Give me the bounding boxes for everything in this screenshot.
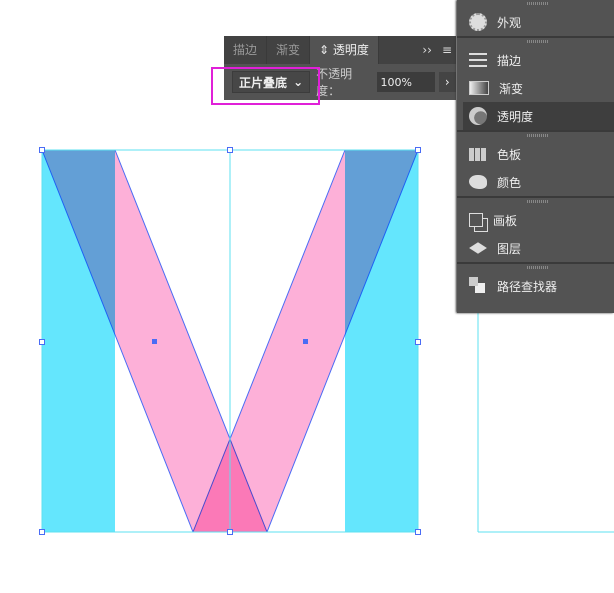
stroke-icon (469, 53, 487, 67)
dock-item-gradient[interactable]: 渐变 (457, 74, 614, 102)
center-point (152, 339, 157, 344)
center-point (303, 339, 308, 344)
collapse-arrows-icon: ⇕ (319, 43, 333, 57)
dock-item-swatches[interactable]: 色板 (457, 140, 614, 168)
group-grip[interactable] (457, 36, 614, 46)
dock-item-artboards[interactable]: 画板 (457, 206, 614, 234)
group-grip[interactable] (457, 130, 614, 140)
group-grip[interactable] (457, 262, 614, 272)
opacity-input[interactable] (376, 72, 435, 92)
dock-item-pathfinder[interactable]: 路径查找器 (457, 272, 614, 300)
tab-gradient[interactable]: 渐变 (267, 36, 311, 64)
color-palette-icon (469, 175, 487, 189)
transparency-icon (469, 107, 487, 125)
dock-item-color[interactable]: 颜色 (457, 168, 614, 196)
swatches-icon (469, 147, 487, 161)
more-tabs-button[interactable]: ›› (422, 36, 432, 64)
dock-item-transparency[interactable]: 透明度 (463, 102, 614, 130)
dock-item-stroke[interactable]: 描边 (457, 46, 614, 74)
dock-item-appearance[interactable]: 外观 (457, 8, 614, 36)
panel-dock: 外观 描边 渐变 透明度 色板 颜色 画板 图层 路径查找器 (457, 0, 614, 313)
tab-transparency[interactable]: ⇕ 透明度 (310, 36, 379, 64)
opacity-label: 不透明度： (316, 67, 353, 98)
group-grip[interactable] (457, 0, 614, 8)
layers-icon (469, 242, 487, 254)
appearance-icon (469, 13, 487, 31)
artboards-icon (469, 213, 483, 227)
tab-stroke[interactable]: 描边 (224, 36, 268, 64)
highlight-box (211, 67, 320, 105)
panel-menu-button[interactable]: ≡ (442, 36, 452, 64)
pathfinder-icon (469, 277, 487, 295)
dock-item-layers[interactable]: 图层 (457, 234, 614, 262)
group-grip[interactable] (457, 196, 614, 206)
gradient-icon (469, 81, 489, 95)
opacity-slider-button[interactable]: › (438, 72, 456, 92)
